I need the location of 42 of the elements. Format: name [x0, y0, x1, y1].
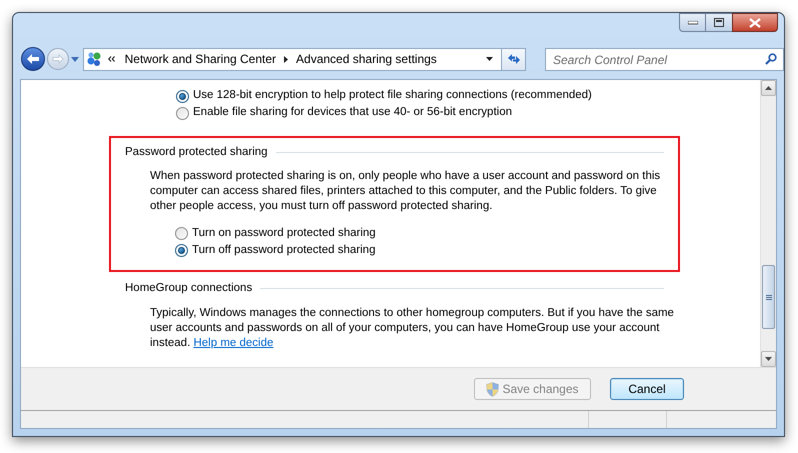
scroll-down-button[interactable] — [761, 351, 776, 367]
refresh-button[interactable] — [502, 48, 526, 70]
help-link[interactable]: Help me decide — [193, 336, 274, 348]
option-label[interactable]: Enable file sharing for devices that use 40- or 56-bit encryption — [193, 104, 512, 122]
maximize-button[interactable] — [706, 13, 732, 32]
back-button[interactable] — [21, 47, 45, 71]
shield-icon — [486, 382, 500, 396]
description-paragraph: When password protected sharing is on, only people who have a user account and password on this computer can access shared files, printers attached to this computer, and the Public folders. To give other people access, you must turn off password protected sharing. — [150, 169, 662, 214]
option-label[interactable]: Turn on password protected sharing — [192, 224, 376, 242]
vertical-scrollbar[interactable] — [760, 80, 776, 367]
breadcrumb-arrow-icon[interactable] — [284, 56, 288, 62]
down-arrow-icon — [765, 357, 772, 361]
address-bar[interactable]: Network and Sharing Center Advanced sharing settings — [82, 48, 502, 70]
section-heading: Password protected sharing — [125, 145, 268, 160]
description-paragraph: Typically, Windows manages the connections to other homegroup computers. But if you have the same user accounts and passwords on all of your computers, you can have HomeGroup use your account instead. Help me decide — [150, 306, 675, 350]
grip-icon — [766, 294, 772, 300]
search-field[interactable]: Search Control Panel — [544, 48, 784, 71]
search-icon — [765, 52, 778, 64]
refresh-arrows-icon — [506, 53, 521, 65]
maximize-icon — [714, 18, 724, 27]
radio-button[interactable] — [176, 106, 189, 120]
radio-button[interactable] — [175, 244, 188, 257]
close-button[interactable] — [732, 13, 778, 32]
up-arrow-icon — [765, 86, 772, 90]
scroll-up-button[interactable] — [761, 80, 776, 96]
scroll-thumb[interactable] — [762, 265, 775, 329]
double-chevron-icon[interactable] — [108, 56, 115, 62]
back-arrow-icon — [26, 53, 40, 65]
section-heading: HomeGroup connections — [125, 281, 252, 296]
minimize-button[interactable] — [679, 13, 706, 32]
option-label[interactable]: Turn off password protected sharing — [192, 242, 376, 259]
dropdown-arrow-icon[interactable] — [486, 57, 494, 61]
action-button[interactable]: Cancel — [610, 378, 684, 400]
network-icon — [86, 51, 102, 67]
option-label[interactable]: Use 128-bit encryption to help protect file sharing connections (recommended) — [193, 87, 592, 105]
breadcrumb-item[interactable]: Network and Sharing Center — [124, 50, 276, 68]
forward-arrow-icon — [52, 54, 64, 64]
breadcrumb-item[interactable]: Advanced sharing settings — [296, 50, 437, 68]
radio-button[interactable] — [175, 226, 188, 240]
close-icon — [749, 18, 761, 28]
radio-button[interactable] — [176, 90, 189, 102]
minimize-icon — [688, 20, 698, 24]
